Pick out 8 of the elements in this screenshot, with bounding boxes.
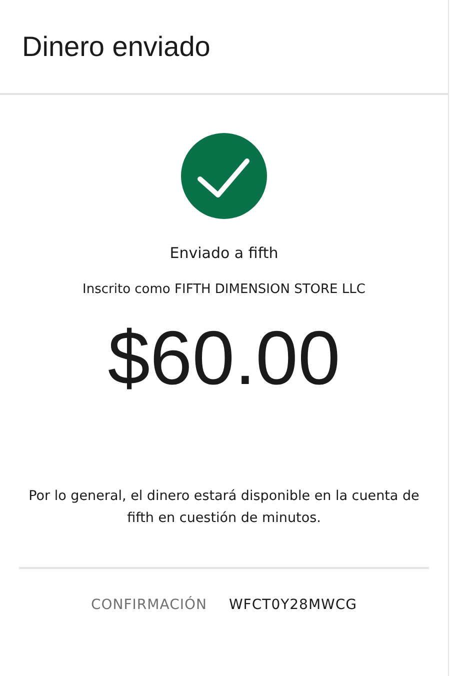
recipient-text: Enviado a fifth [170,244,278,262]
enrolled-name-text: Inscrito como FIFTH DIMENSION STORE LLC [82,282,366,297]
confirmation-number: WFCT0Y28MWCG [228,597,358,613]
confirmation-label: CONFIRMACIÓN [90,597,207,613]
checkmark-icon [180,132,268,220]
availability-note: Por lo general, el dinero estará disponible en la cuenta de fifth en cuestión de minutos. [28,487,420,528]
amount-text: $60.00 [108,321,340,397]
page-title: Dinero enviado [22,30,210,62]
